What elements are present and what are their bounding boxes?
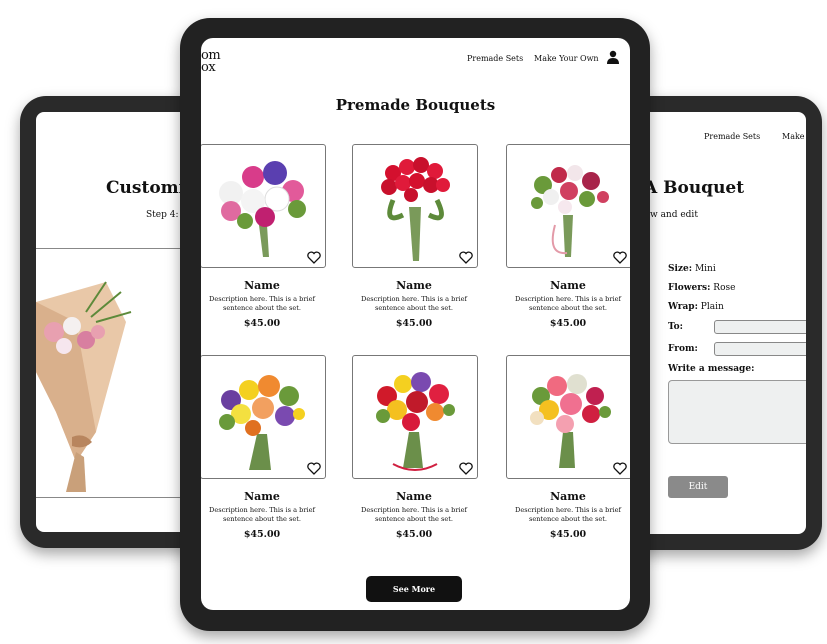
- bouquet-image: [376, 372, 455, 471]
- product-card-4[interactable]: [201, 355, 326, 479]
- product-card-1[interactable]: [201, 144, 326, 268]
- product-card-6[interactable]: [506, 355, 630, 479]
- bouquet-image: [531, 165, 609, 257]
- product-description: Description here. This is a brief senten…: [515, 506, 621, 523]
- from-label-text: From:: [668, 344, 698, 354]
- summary-size: Size: Mini: [668, 264, 716, 274]
- to-field[interactable]: [714, 320, 806, 334]
- product-name: Name: [396, 279, 432, 292]
- product-name: Name: [550, 279, 586, 292]
- message-label-text: Write a message:: [668, 364, 755, 374]
- logo-line-2: ox: [201, 60, 216, 75]
- product-price: $45.00: [549, 529, 587, 540]
- product-price: $45.00: [243, 529, 281, 540]
- summary-wrap: Wrap: Plain: [668, 302, 724, 312]
- heart-icon[interactable]: [613, 462, 627, 475]
- heart-icon[interactable]: [613, 251, 627, 264]
- summary-flowers: Flowers: Rose: [668, 283, 735, 293]
- to-label: To:: [668, 322, 683, 332]
- product-name: Name: [550, 490, 586, 503]
- wrap-label: Wrap:: [668, 302, 698, 312]
- bouquet-image: [381, 157, 450, 261]
- product-description: Description here. This is a brief senten…: [209, 295, 315, 312]
- product-name: Name: [396, 490, 432, 503]
- from-field[interactable]: [714, 342, 806, 356]
- heart-icon[interactable]: [307, 462, 321, 475]
- bouquet-image: [530, 374, 611, 468]
- product-card-2[interactable]: [352, 144, 478, 268]
- center-tablet-screen: om ox Premade Sets Make Your Own Premade…: [201, 38, 630, 610]
- nav-make-your-own[interactable]: Make Your Own: [534, 54, 599, 63]
- product-description: Description here. This is a brief senten…: [515, 295, 621, 312]
- heart-icon[interactable]: [307, 251, 321, 264]
- product-price: $45.00: [549, 318, 587, 329]
- wrapped-bouquet-image: [36, 281, 132, 492]
- to-label-text: To:: [668, 322, 683, 332]
- see-more-button[interactable]: See More: [366, 576, 462, 602]
- heart-icon[interactable]: [459, 462, 473, 475]
- product-price: $45.00: [243, 318, 281, 329]
- bouquet-image: [219, 375, 305, 470]
- from-label: From:: [668, 344, 698, 354]
- size-value: Mini: [694, 264, 716, 274]
- nav-make[interactable]: Make: [782, 132, 805, 141]
- user-icon[interactable]: [606, 50, 620, 64]
- message-label: Write a message:: [668, 364, 754, 374]
- heart-icon[interactable]: [459, 251, 473, 264]
- product-description: Description here. This is a brief senten…: [361, 506, 467, 523]
- product-price: $45.00: [395, 529, 433, 540]
- message-textarea[interactable]: [668, 380, 806, 444]
- product-name: Name: [244, 279, 280, 292]
- nav-premade-sets[interactable]: Premade Sets: [467, 54, 523, 63]
- nav-premade-sets[interactable]: Premade Sets: [704, 132, 760, 141]
- product-price: $45.00: [395, 318, 433, 329]
- product-name: Name: [244, 490, 280, 503]
- product-description: Description here. This is a brief senten…: [361, 295, 467, 312]
- size-label: Size:: [668, 264, 693, 274]
- product-description: Description here. This is a brief senten…: [209, 506, 315, 523]
- flowers-label: Flowers:: [668, 283, 711, 293]
- bouquet-image: [219, 161, 306, 257]
- flowers-value: Rose: [713, 283, 736, 293]
- product-card-3[interactable]: [506, 144, 630, 268]
- logo[interactable]: om ox: [201, 49, 241, 75]
- page-subtitle: w and edit: [650, 210, 698, 220]
- edit-button[interactable]: Edit: [668, 476, 728, 498]
- center-tablet: om ox Premade Sets Make Your Own Premade…: [180, 18, 650, 631]
- page-title: Premade Bouquets: [335, 96, 496, 114]
- wrap-value: Plain: [700, 302, 724, 312]
- page-title: A Bouquet: [644, 178, 745, 198]
- product-card-5[interactable]: [352, 355, 478, 479]
